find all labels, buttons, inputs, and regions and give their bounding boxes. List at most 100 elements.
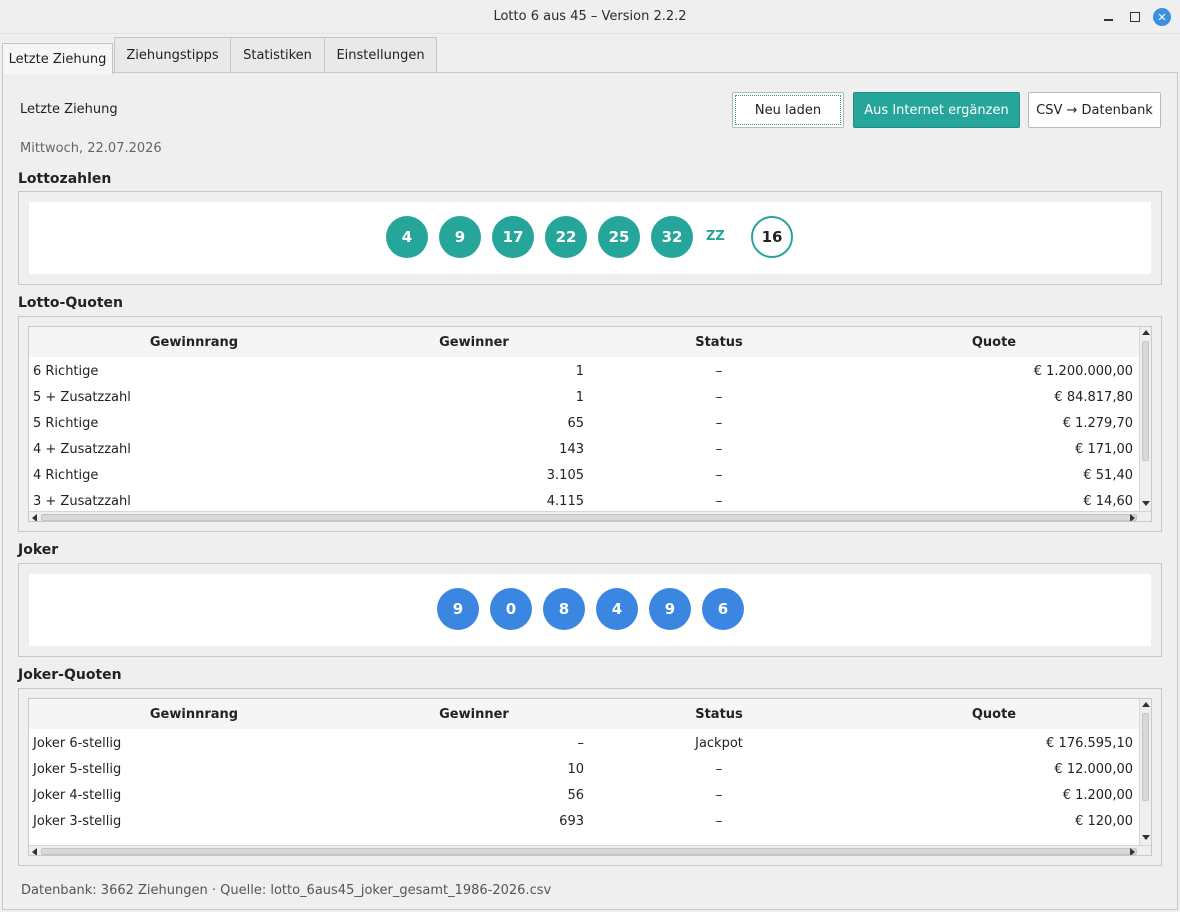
table-row[interactable]: 5 + Zusatzzahl 1 – € 84.817,80: [29, 384, 1139, 410]
window-titlebar: Lotto 6 aus 45 – Version 2.2.2 ✕: [0, 0, 1180, 34]
lotto-quoten-group: Gewinnrang Gewinner Status Quote 6 Richt…: [18, 316, 1162, 532]
vertical-scrollbar[interactable]: [1139, 327, 1151, 511]
column-header-status[interactable]: Status: [589, 699, 849, 729]
lotto-ball: 9: [439, 216, 481, 258]
table-row[interactable]: 6 Richtige 1 – € 1.200.000,00: [29, 358, 1139, 384]
joker-ball: 4: [596, 588, 638, 630]
table-row[interactable]: 4 Richtige 3.105 – € 51,40: [29, 462, 1139, 488]
vertical-scrollbar[interactable]: [1139, 699, 1151, 845]
table-header: Gewinnrang Gewinner Status Quote: [29, 327, 1139, 357]
horizontal-scrollbar[interactable]: [29, 511, 1151, 521]
cell-status: –: [715, 441, 723, 457]
joker-group: 9 0 8 4 9 6: [18, 563, 1162, 657]
scroll-thumb[interactable]: [41, 848, 1137, 855]
lotto-ball: 32: [651, 216, 693, 258]
scroll-thumb[interactable]: [1142, 713, 1149, 801]
scroll-left-icon[interactable]: [32, 514, 37, 521]
lotto-ball: 4: [386, 216, 428, 258]
tab-ziehungstipps[interactable]: Ziehungstipps: [114, 37, 231, 73]
cell-status: –: [715, 363, 723, 379]
internet-import-button[interactable]: Aus Internet ergänzen: [853, 92, 1020, 128]
cell-gewinnrang: 5 + Zusatzzahl: [33, 389, 131, 405]
table-row[interactable]: Joker 4-stellig 56 – € 1.200,00: [29, 782, 1139, 808]
joker-ball-area: 9 0 8 4 9 6: [29, 574, 1151, 646]
column-header-quote[interactable]: Quote: [849, 699, 1139, 729]
cell-gewinner: 65: [567, 415, 584, 431]
cell-gewinner: 693: [559, 813, 584, 829]
tab-statistiken[interactable]: Statistiken: [230, 37, 325, 73]
tab-content-panel: Letzte Ziehung Mittwoch, 22.07.2026 Neu …: [2, 72, 1178, 910]
cell-gewinnrang: 4 + Zusatzzahl: [33, 441, 131, 457]
column-header-gewinnrang[interactable]: Gewinnrang: [29, 327, 359, 357]
table-row[interactable]: Joker 6-stellig – Jackpot € 176.595,10: [29, 730, 1139, 756]
table-header: Gewinnrang Gewinner Status Quote: [29, 699, 1139, 729]
cell-gewinner: 3.105: [546, 467, 584, 483]
reload-button[interactable]: Neu laden: [732, 92, 844, 128]
lotto-quoten-heading: Lotto-Quoten: [18, 295, 123, 311]
scroll-up-icon[interactable]: [1142, 330, 1150, 335]
cell-quote: € 171,00: [1075, 441, 1133, 457]
lotto-quoten-table[interactable]: Gewinnrang Gewinner Status Quote 6 Richt…: [28, 326, 1152, 522]
joker-quoten-table[interactable]: Gewinnrang Gewinner Status Quote Joker 6…: [28, 698, 1152, 856]
lotto-ball: 22: [545, 216, 587, 258]
cell-quote: € 120,00: [1075, 813, 1133, 829]
tab-bar: Ziehungstipps Statistiken Einstellungen: [0, 37, 1180, 73]
cell-gewinner: 1: [575, 389, 584, 405]
cell-gewinnrang: Joker 4-stellig: [33, 787, 122, 803]
cell-gewinner: 10: [567, 761, 584, 777]
table-row[interactable]: 4 + Zusatzzahl 143 – € 171,00: [29, 436, 1139, 462]
cell-status: –: [715, 415, 723, 431]
joker-quoten-group: Gewinnrang Gewinner Status Quote Joker 6…: [18, 688, 1162, 866]
cell-quote: € 51,40: [1083, 467, 1133, 483]
cell-status: Jackpot: [695, 735, 743, 751]
zusatzzahl-label: ZZ: [706, 229, 725, 244]
cell-gewinnrang: Joker 6-stellig: [33, 735, 122, 751]
scroll-right-icon[interactable]: [1130, 848, 1135, 855]
csv-to-database-button[interactable]: CSV → Datenbank: [1028, 92, 1161, 128]
joker-ball: 9: [437, 588, 479, 630]
tab-letzte-ziehung[interactable]: Letzte Ziehung: [2, 43, 113, 74]
scroll-thumb[interactable]: [41, 514, 1137, 521]
cell-gewinner: –: [577, 735, 585, 751]
scroll-left-icon[interactable]: [32, 848, 37, 855]
scroll-down-icon[interactable]: [1142, 835, 1150, 840]
tab-einstellungen[interactable]: Einstellungen: [324, 37, 437, 73]
cell-status: –: [715, 761, 723, 777]
column-header-status[interactable]: Status: [589, 327, 849, 357]
scroll-down-icon[interactable]: [1142, 501, 1150, 506]
cell-status: –: [715, 787, 723, 803]
table-row[interactable]: Joker 3-stellig 693 – € 120,00: [29, 808, 1139, 834]
cell-gewinner: 1: [575, 363, 584, 379]
lottozahlen-group: 4 9 17 22 25 32 ZZ 16: [18, 191, 1162, 285]
scroll-right-icon[interactable]: [1130, 514, 1135, 521]
joker-heading: Joker: [18, 542, 59, 558]
table-row[interactable]: Joker 5-stellig 10 – € 12.000,00: [29, 756, 1139, 782]
maximize-icon[interactable]: [1126, 8, 1144, 26]
cell-status: –: [715, 467, 723, 483]
cell-status: –: [715, 389, 723, 405]
scroll-up-icon[interactable]: [1142, 702, 1150, 707]
column-header-gewinner[interactable]: Gewinner: [359, 699, 589, 729]
column-header-gewinnrang[interactable]: Gewinnrang: [29, 699, 359, 729]
zusatzzahl-ball: 16: [751, 216, 793, 258]
cell-quote: € 1.279,70: [1062, 415, 1133, 431]
page-title: Letzte Ziehung: [20, 102, 118, 117]
lottozahlen-heading: Lottozahlen: [18, 171, 112, 187]
joker-ball: 6: [702, 588, 744, 630]
cell-quote: € 1.200,00: [1062, 787, 1133, 803]
joker-ball: 8: [543, 588, 585, 630]
cell-gewinnrang: Joker 5-stellig: [33, 761, 122, 777]
lotto-ball: 25: [598, 216, 640, 258]
cell-quote: € 12.000,00: [1054, 761, 1133, 777]
close-icon[interactable]: ✕: [1153, 8, 1171, 26]
scroll-thumb[interactable]: [1142, 341, 1149, 461]
cell-gewinnrang: 5 Richtige: [33, 415, 99, 431]
table-row[interactable]: 5 Richtige 65 – € 1.279,70: [29, 410, 1139, 436]
cell-status: –: [715, 813, 723, 829]
horizontal-scrollbar[interactable]: [29, 845, 1151, 855]
column-header-gewinner[interactable]: Gewinner: [359, 327, 589, 357]
column-header-quote[interactable]: Quote: [849, 327, 1139, 357]
draw-date: Mittwoch, 22.07.2026: [20, 141, 162, 156]
cell-quote: € 84.817,80: [1054, 389, 1133, 405]
minimize-icon[interactable]: [1099, 8, 1117, 26]
